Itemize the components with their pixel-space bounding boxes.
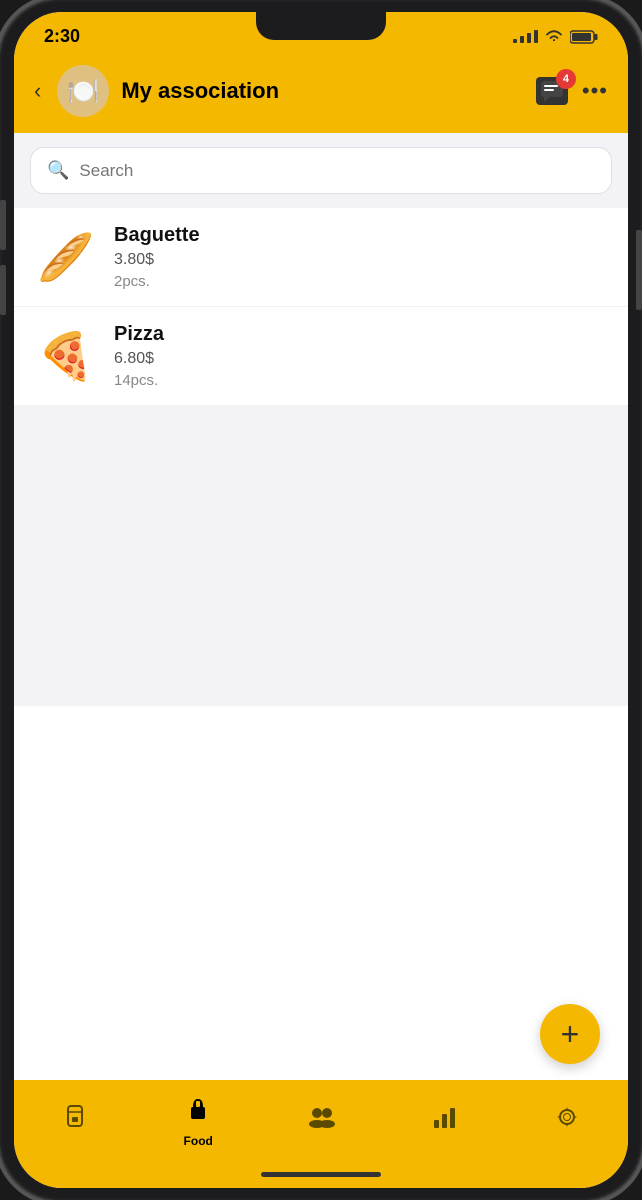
battery-icon [570, 30, 598, 44]
item-name: Baguette [114, 224, 200, 247]
search-input[interactable] [79, 161, 595, 181]
status-time: 2:30 [44, 26, 80, 47]
food-list: 🥖 Baguette 3.80$ 2pcs. 🍕 Pizza 6.80$ 14p… [14, 208, 628, 1080]
home-indicator [14, 1160, 628, 1188]
item-price: 3.80$ [114, 251, 200, 269]
nav-item-food[interactable]: Food [137, 1097, 260, 1148]
empty-space [14, 406, 628, 706]
more-button[interactable]: ••• [582, 78, 608, 104]
message-badge: 4 [556, 69, 576, 89]
add-button[interactable]: + [540, 1004, 600, 1064]
nav-item-settings[interactable] [505, 1105, 628, 1140]
item-price: 6.80$ [114, 350, 164, 368]
item-name: Pizza [114, 323, 164, 346]
drinks-icon [63, 1104, 87, 1137]
status-icons [513, 29, 598, 44]
wifi-icon [544, 29, 564, 44]
search-icon: 🔍 [47, 160, 69, 181]
search-container: 🔍 [14, 133, 628, 208]
item-image-baguette: 🥖 [34, 225, 98, 289]
back-button[interactable]: ‹ [30, 74, 45, 108]
item-info-baguette: Baguette 3.80$ 2pcs. [114, 224, 200, 290]
item-info-pizza: Pizza 6.80$ 14pcs. [114, 323, 164, 389]
nav-item-drinks[interactable] [14, 1104, 137, 1141]
home-bar [261, 1172, 381, 1177]
search-box: 🔍 [30, 147, 612, 194]
list-item[interactable]: 🥖 Baguette 3.80$ 2pcs. [14, 208, 628, 307]
stats-icon [432, 1106, 456, 1135]
page-title: My association [121, 78, 524, 104]
list-item[interactable]: 🍕 Pizza 6.80$ 14pcs. [14, 307, 628, 406]
food-icon [185, 1097, 211, 1130]
nav-item-members[interactable] [260, 1106, 383, 1139]
item-qty: 2pcs. [114, 273, 200, 290]
settings-icon [555, 1105, 579, 1136]
phone-frame: 2:30 ‹ 🍽️ [0, 0, 642, 1200]
header-actions: 4 ••• [536, 77, 608, 105]
volume-down-btn [0, 265, 6, 315]
nav-item-stats[interactable] [382, 1106, 505, 1139]
phone-screen: 2:30 ‹ 🍽️ [14, 12, 628, 1188]
volume-up-btn [0, 200, 6, 250]
item-image-pizza: 🍕 [34, 324, 98, 388]
power-btn [636, 230, 642, 310]
notch [256, 12, 386, 40]
item-qty: 14pcs. [114, 372, 164, 389]
add-icon: + [561, 1016, 580, 1053]
bottom-nav: Food [14, 1080, 628, 1160]
messages-button[interactable]: 4 [536, 77, 568, 105]
header: ‹ 🍽️ My association 4 [14, 55, 628, 133]
avatar: 🍽️ [57, 65, 109, 117]
members-icon [307, 1106, 335, 1135]
nav-label-food: Food [184, 1134, 213, 1148]
signal-icon [513, 30, 538, 43]
